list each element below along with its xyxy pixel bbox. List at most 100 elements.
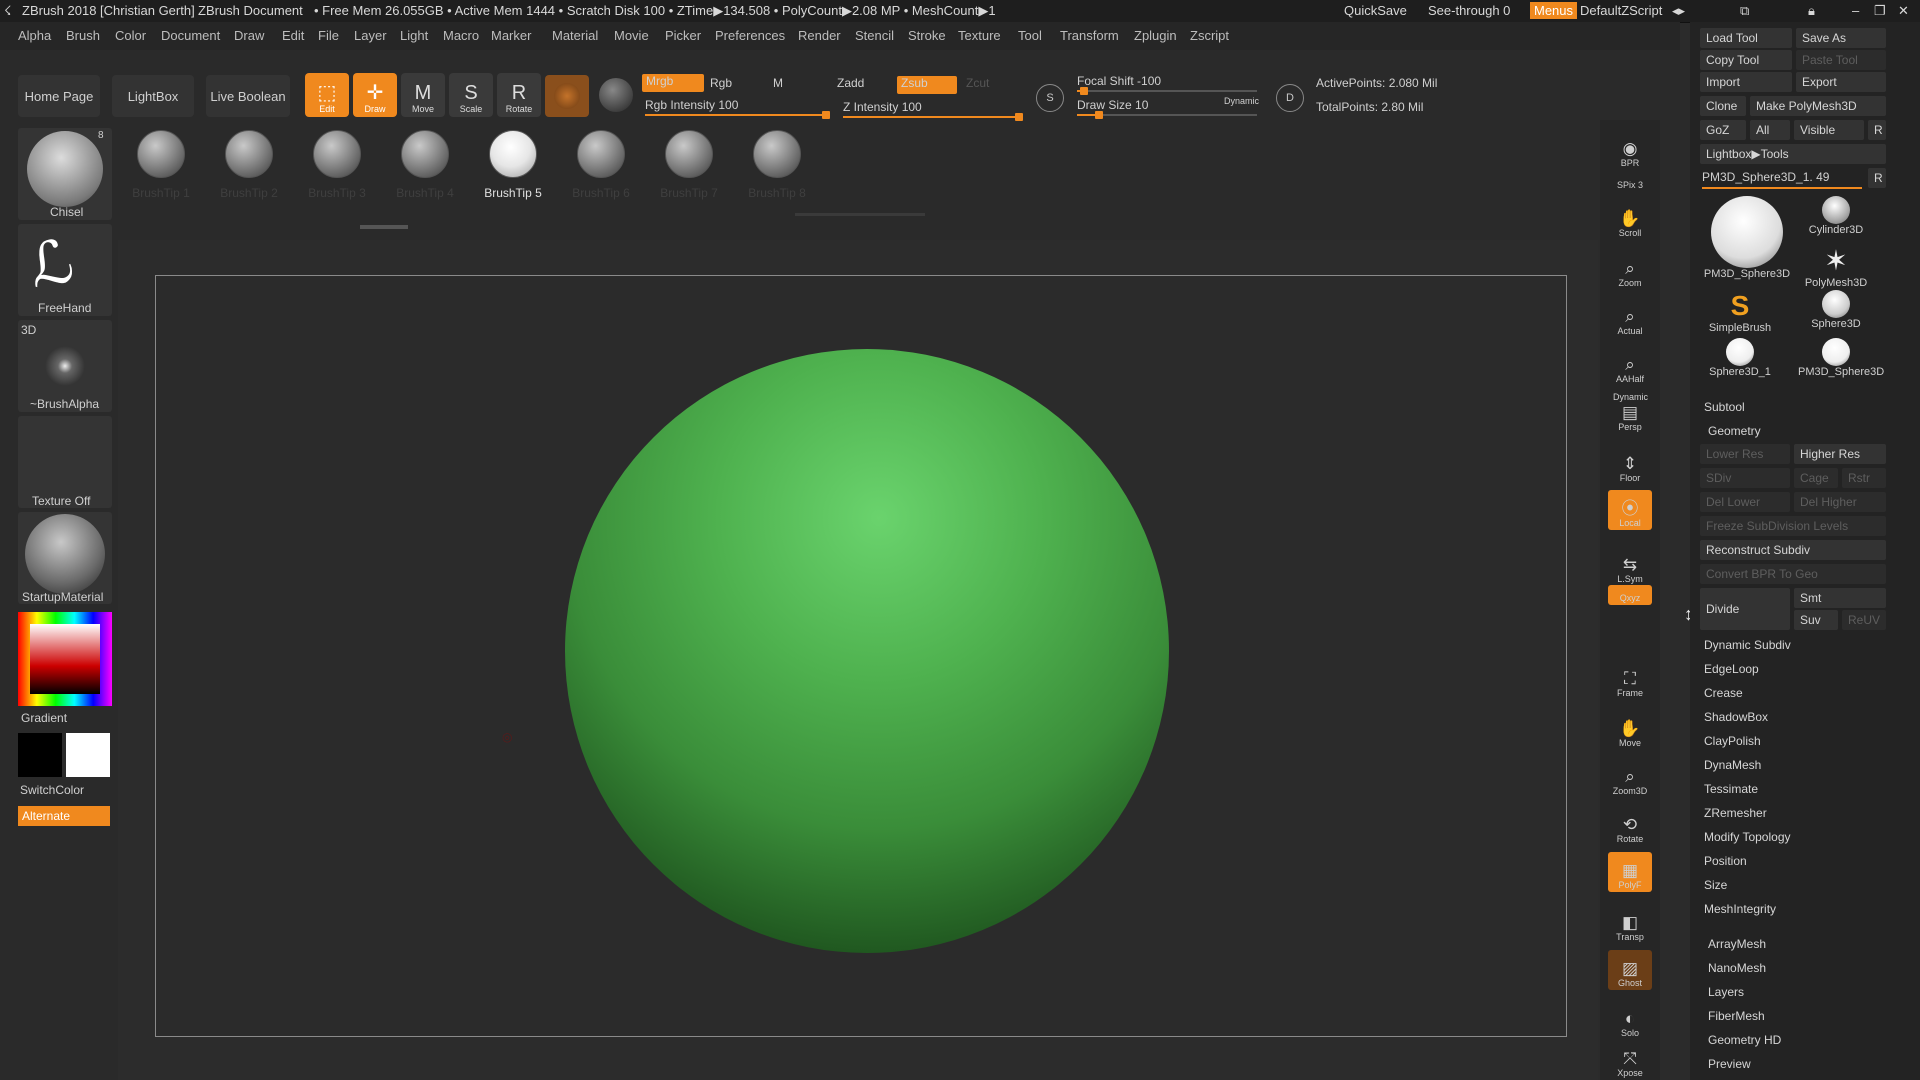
all-button[interactable]: All: [1750, 120, 1790, 140]
m-toggle[interactable]: M: [773, 76, 783, 90]
tool-thumb-7[interactable]: PM3D_Sphere3D: [1798, 338, 1884, 378]
menu-color[interactable]: Color: [115, 28, 146, 43]
draw-size-slider[interactable]: Draw Size 10: [1077, 98, 1148, 112]
clone-button[interactable]: Clone: [1700, 96, 1746, 116]
menu-material[interactable]: Material: [552, 28, 598, 43]
polyf-button[interactable]: ▦ PolyF: [1608, 852, 1652, 892]
scroll-button[interactable]: ✋ Scroll: [1608, 200, 1652, 240]
menu-macro[interactable]: Macro: [443, 28, 479, 43]
minimize-icon[interactable]: –: [1852, 3, 1859, 18]
menu-marker[interactable]: Marker: [491, 28, 531, 43]
main-color-swatch[interactable]: [18, 733, 62, 777]
frame-button[interactable]: ⛶ Frame: [1608, 660, 1652, 700]
xpose-button[interactable]: ⤧ Xpose: [1608, 1040, 1652, 1080]
geometry-meshintegrity[interactable]: MeshIntegrity: [1704, 902, 1776, 916]
lower-res-button[interactable]: Lower Res: [1700, 444, 1790, 464]
rgb-toggle[interactable]: Rgb: [710, 76, 732, 90]
secondary-color-swatch[interactable]: [66, 733, 110, 777]
transp-button[interactable]: ◧ Transp: [1608, 904, 1652, 944]
brush-tip-8[interactable]: BrushTip 8: [742, 130, 812, 200]
subtool-header[interactable]: Subtool: [1704, 400, 1745, 414]
menu-alpha[interactable]: Alpha: [18, 28, 51, 43]
sdiv-slider[interactable]: SDiv: [1700, 468, 1790, 488]
section-layers[interactable]: Layers: [1708, 985, 1744, 999]
brush-tip-1[interactable]: BrushTip 1: [126, 130, 196, 200]
section-fibermesh[interactable]: FiberMesh: [1708, 1009, 1765, 1023]
zoom3d-button[interactable]: ⌕ Zoom3D: [1608, 758, 1652, 798]
rgb-intensity-slider[interactable]: Rgb Intensity 100: [645, 98, 738, 112]
tool-thumb-4[interactable]: S SimpleBrush: [1702, 290, 1778, 334]
live-boolean-button[interactable]: Live Boolean: [206, 75, 290, 117]
divide-button[interactable]: Divide: [1700, 588, 1790, 630]
geometry-tessimate[interactable]: Tessimate: [1704, 782, 1758, 796]
section-preview[interactable]: Preview: [1708, 1057, 1751, 1071]
xyz-button[interactable]: Qxyz: [1608, 585, 1652, 605]
draw-button[interactable]: ✛ Draw: [353, 73, 397, 117]
zadd-toggle[interactable]: Zadd: [837, 76, 864, 90]
paste-tool-button[interactable]: Paste Tool: [1796, 50, 1886, 70]
zcut-toggle[interactable]: Zcut: [966, 76, 989, 90]
tool-thumb-5[interactable]: Sphere3D: [1798, 290, 1874, 330]
menu-transform[interactable]: Transform: [1060, 28, 1119, 43]
copy-tool-button[interactable]: Copy Tool: [1700, 50, 1792, 70]
brush-tip-3[interactable]: BrushTip 3: [302, 130, 372, 200]
zsub-toggle[interactable]: Zsub: [897, 76, 957, 94]
suv-toggle[interactable]: Suv: [1794, 610, 1838, 630]
geometry-modify-topology[interactable]: Modify Topology: [1704, 830, 1791, 844]
goz-button[interactable]: GoZ: [1700, 120, 1746, 140]
section-nanomesh[interactable]: NanoMesh: [1708, 961, 1766, 975]
menu-edit[interactable]: Edit: [282, 28, 304, 43]
tool-thumb-1[interactable]: PM3D_Sphere3D: [1702, 196, 1792, 280]
texture-sphere-icon[interactable]: [599, 78, 633, 112]
brush-tip-4[interactable]: BrushTip 4: [390, 130, 460, 200]
geometry-position[interactable]: Position: [1704, 854, 1747, 868]
higher-res-button[interactable]: Higher Res: [1794, 444, 1886, 464]
close-icon[interactable]: ✕: [1898, 3, 1909, 19]
ghost-button[interactable]: ▨ Ghost: [1608, 950, 1652, 990]
rotate-view-button[interactable]: ⟲ Rotate: [1608, 806, 1652, 846]
menu-stencil[interactable]: Stencil: [855, 28, 894, 43]
sphere-mesh[interactable]: [565, 349, 1169, 953]
menus-toggle[interactable]: Menus: [1530, 2, 1578, 19]
menu-stroke[interactable]: Stroke: [908, 28, 946, 43]
floor-button[interactable]: ⇕ Floor: [1608, 445, 1652, 485]
r-button[interactable]: R: [1868, 120, 1886, 140]
menu-light[interactable]: Light: [400, 28, 428, 43]
import-button[interactable]: Import: [1700, 72, 1792, 92]
menu-draw[interactable]: Draw: [234, 28, 264, 43]
aahalf-button[interactable]: ⌕ AAHalf: [1608, 346, 1652, 386]
material-swatch[interactable]: [545, 75, 589, 117]
restore-icon[interactable]: ❐: [1874, 3, 1886, 19]
brush-tip-6[interactable]: BrushTip 6: [566, 130, 636, 200]
rstr-button[interactable]: Rstr: [1842, 468, 1886, 488]
convert-bpr-button[interactable]: Convert BPR To Geo: [1700, 564, 1886, 584]
del-lower-button[interactable]: Del Lower: [1700, 492, 1790, 512]
spix-slider[interactable]: SPix 3: [1608, 172, 1652, 192]
menu-zscript[interactable]: Zscript: [1190, 28, 1229, 43]
current-tool-slider[interactable]: PM3D_Sphere3D_1. 49: [1702, 170, 1829, 184]
lsym-button[interactable]: ⇆ L.Sym: [1608, 546, 1652, 586]
solo-button[interactable]: ◐ Solo: [1608, 1000, 1652, 1040]
brush-tip-2[interactable]: BrushTip 2: [214, 130, 284, 200]
menu-file[interactable]: File: [318, 28, 339, 43]
geometry-claypolish[interactable]: ClayPolish: [1704, 734, 1761, 748]
geometry-size[interactable]: Size: [1704, 878, 1727, 892]
menu-preferences[interactable]: Preferences: [715, 28, 785, 43]
window-icon[interactable]: ⧉: [1740, 3, 1749, 19]
load-tool-button[interactable]: Load Tool: [1700, 28, 1792, 48]
geometry-edgeloop[interactable]: EdgeLoop: [1704, 662, 1759, 676]
menu-picker[interactable]: Picker: [665, 28, 701, 43]
menu-zplugin[interactable]: Zplugin: [1134, 28, 1177, 43]
tool-thumb-3[interactable]: ✶ PolyMesh3D: [1798, 244, 1874, 289]
draw-d-icon[interactable]: D: [1276, 84, 1304, 112]
freeze-subdiv-button[interactable]: Freeze SubDivision Levels: [1700, 516, 1886, 536]
current-tool-r-button[interactable]: R: [1868, 168, 1886, 188]
color-picker[interactable]: [18, 612, 112, 706]
save-as-button[interactable]: Save As: [1796, 28, 1886, 48]
layout-icon[interactable]: ◂▸: [1672, 3, 1685, 19]
export-button[interactable]: Export: [1796, 72, 1886, 92]
brush-tip-5[interactable]: BrushTip 5: [478, 130, 548, 200]
focal-shift-track[interactable]: [1077, 87, 1257, 95]
menu-movie[interactable]: Movie: [614, 28, 649, 43]
geometry-zremesher[interactable]: ZRemesher: [1704, 806, 1767, 820]
